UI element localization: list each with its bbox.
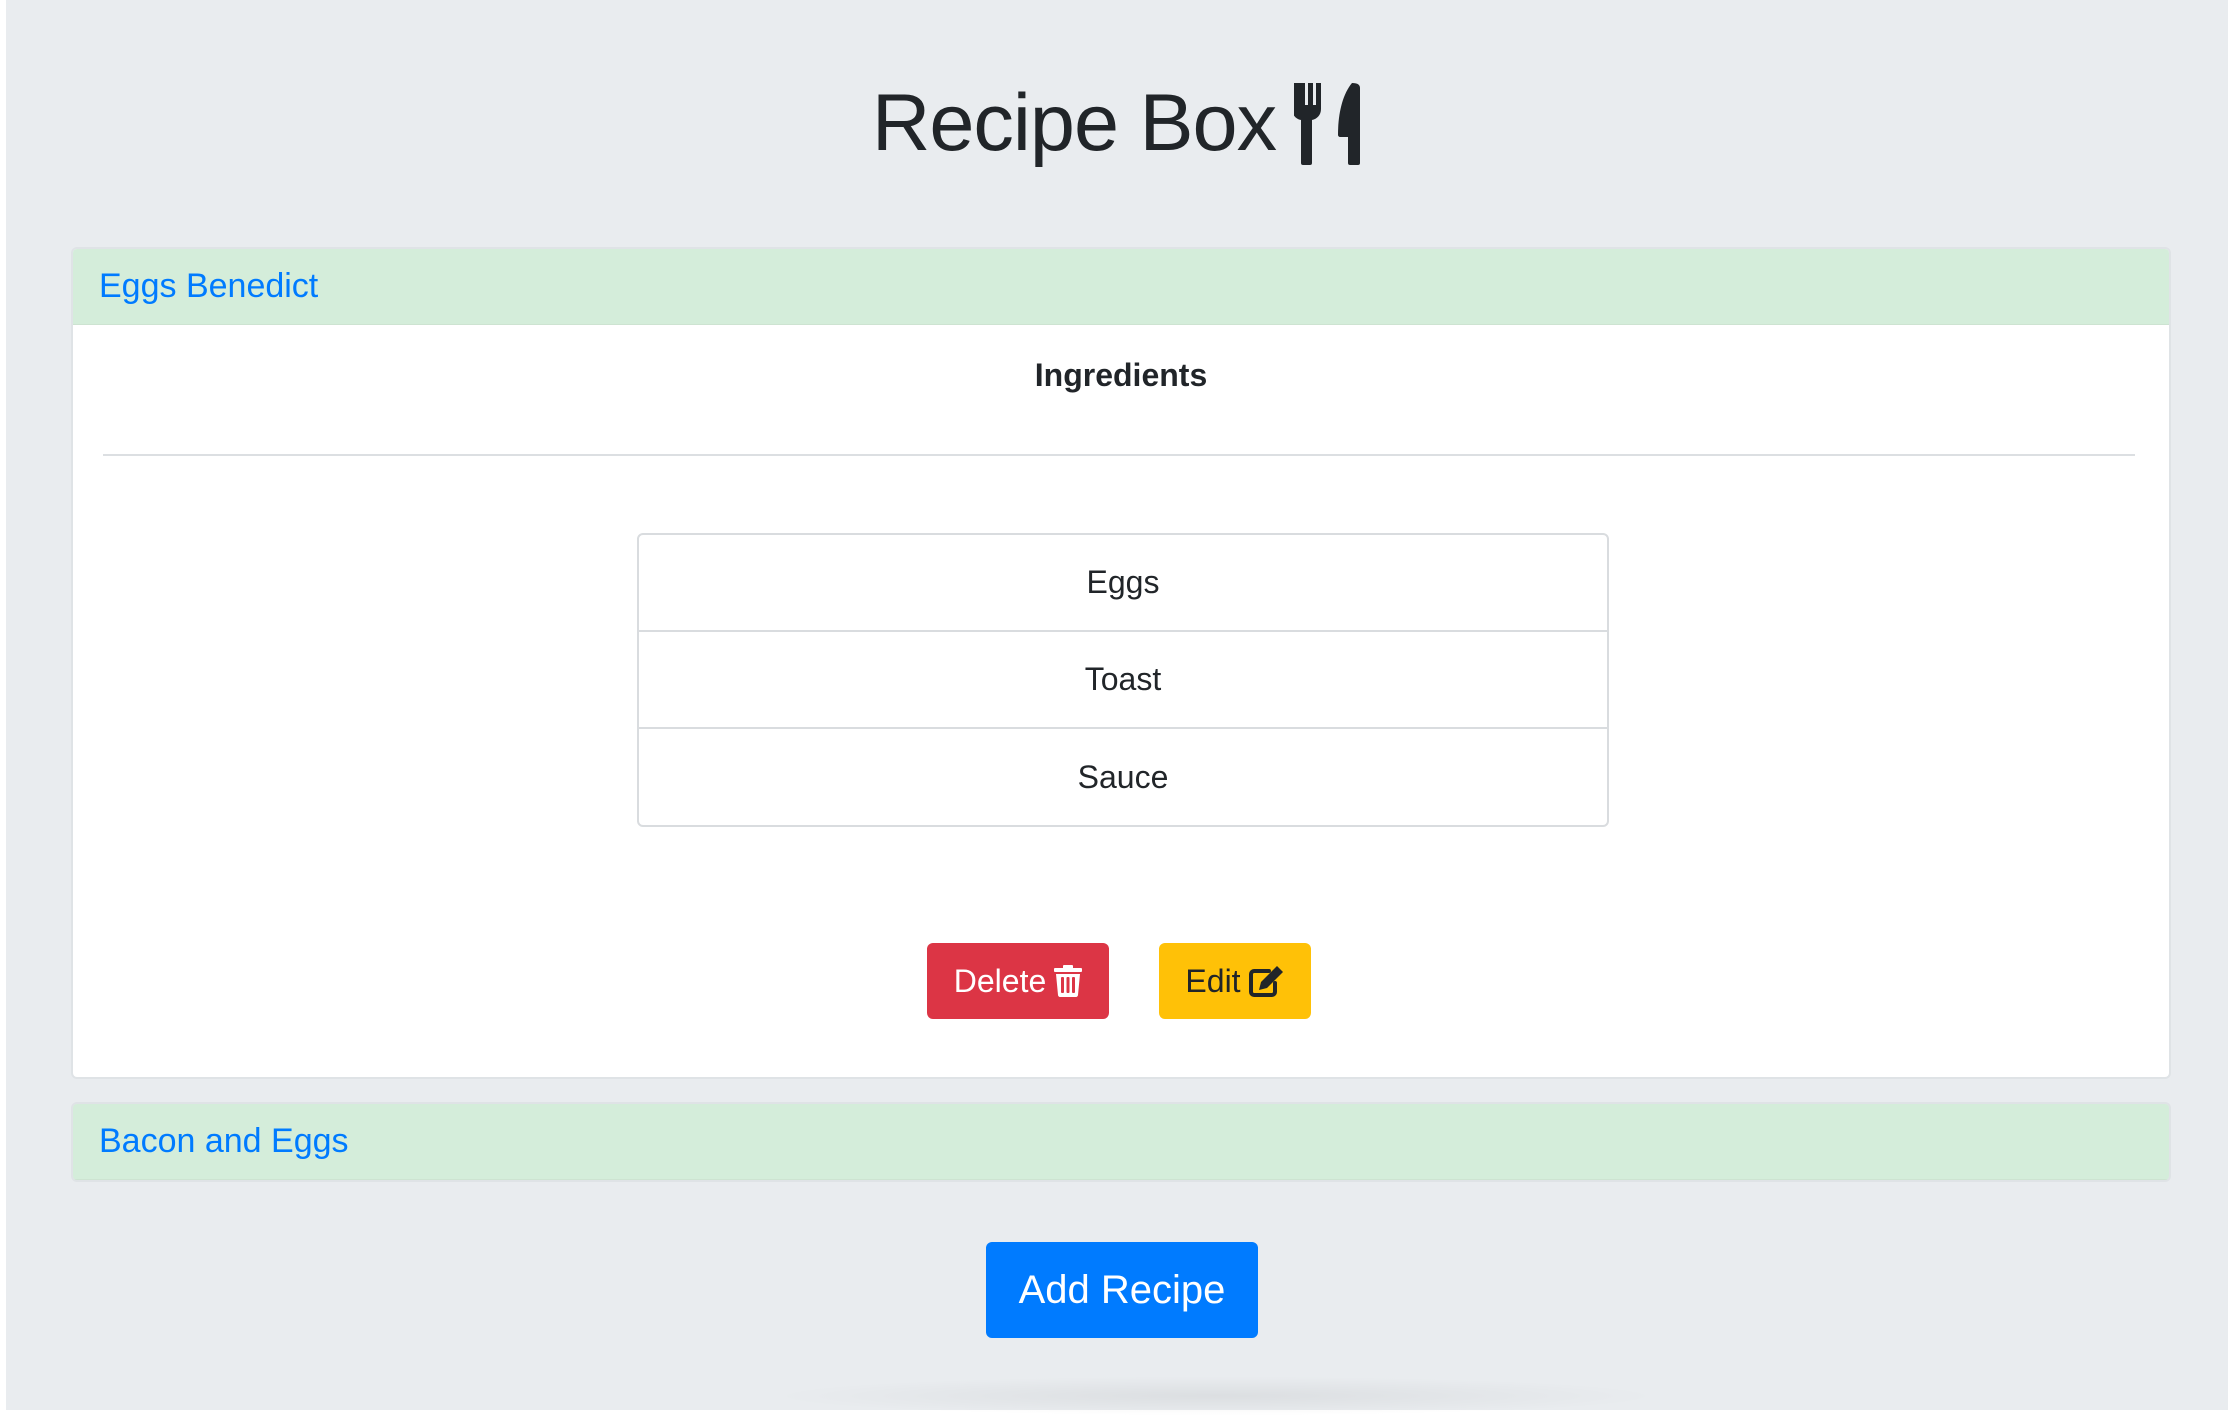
trash-icon — [1054, 965, 1083, 997]
ingredient-list: Eggs Toast Sauce — [637, 533, 1609, 827]
edit-button[interactable]: Edit — [1159, 943, 1311, 1019]
title-row: Recipe Box — [6, 68, 2228, 178]
delete-button[interactable]: Delete — [927, 943, 1109, 1019]
recipe-card-body: Ingredients Eggs Toast Sauce Delete Edit — [73, 325, 2169, 1077]
edit-button-label: Edit — [1185, 962, 1241, 999]
recipe-title-link[interactable]: Bacon and Eggs — [99, 1122, 349, 1161]
recipe-card-header[interactable]: Eggs Benedict — [73, 249, 2169, 325]
jumbotron: Recipe Box Eggs Benedict Ingredients Egg… — [6, 0, 2228, 1416]
utensils-icon — [1292, 81, 1362, 165]
add-recipe-button[interactable]: Add Recipe — [986, 1242, 1258, 1338]
recipe-card-bacon-and-eggs: Bacon and Eggs — [71, 1102, 2171, 1182]
ingredient-item: Eggs — [639, 535, 1607, 632]
ingredient-item: Sauce — [1077, 758, 1169, 795]
app-title: Recipe Box — [871, 77, 1277, 168]
bottom-shadow — [766, 1376, 1666, 1416]
divider — [103, 454, 2135, 456]
delete-button-label: Delete — [953, 962, 1047, 999]
recipe-card-eggs-benedict: Eggs Benedict Ingredients Eggs Toast Sau… — [71, 247, 2171, 1079]
recipe-title-link[interactable]: Eggs Benedict — [99, 267, 318, 306]
edit-icon — [1248, 965, 1285, 997]
ingredients-heading: Ingredients — [1034, 357, 1208, 393]
ingredient-item: Toast — [639, 632, 1607, 729]
recipe-card-header[interactable]: Bacon and Eggs — [73, 1104, 2169, 1180]
